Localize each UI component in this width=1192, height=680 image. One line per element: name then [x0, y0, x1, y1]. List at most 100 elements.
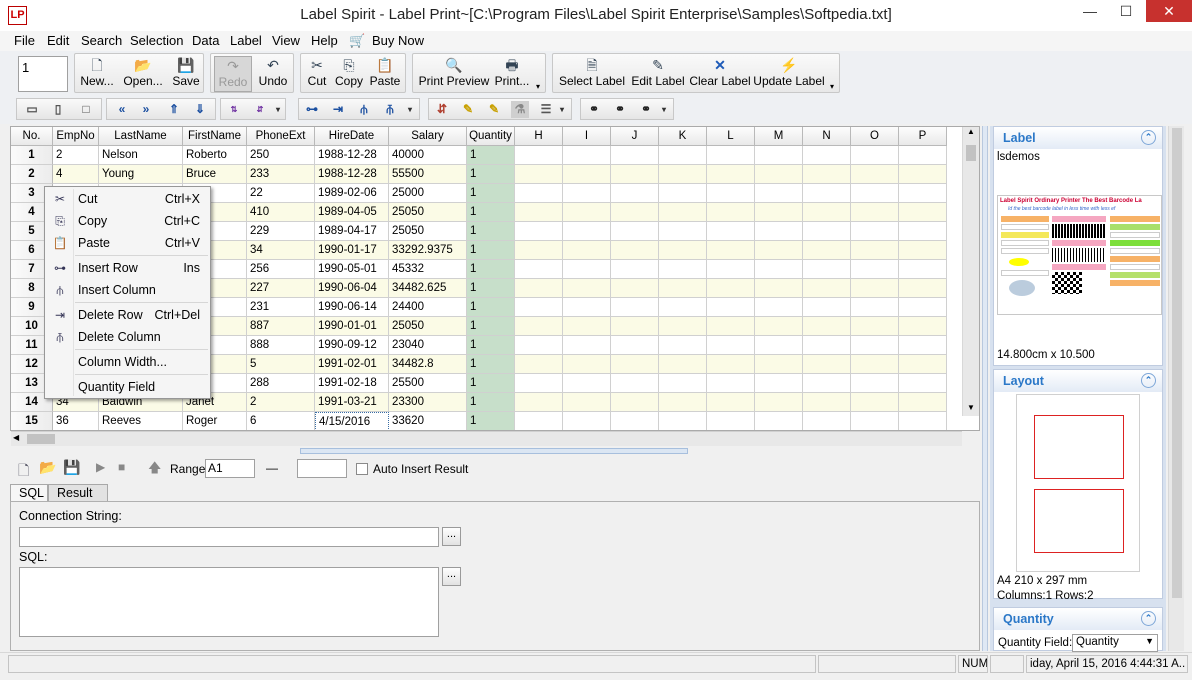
column-header[interactable]: N: [803, 127, 851, 146]
grid-cell[interactable]: [659, 222, 707, 241]
grid-cell[interactable]: [611, 336, 659, 355]
label-preview[interactable]: Label Spirit Ordinary Printer The Best B…: [997, 195, 1162, 315]
update-label-button[interactable]: ⚡ Update Label: [753, 56, 825, 92]
grid-cell[interactable]: [515, 146, 563, 165]
grid-cell[interactable]: Reeves: [99, 412, 183, 430]
ctx-cut[interactable]: ✂ Cut Ctrl+X: [45, 188, 210, 210]
run-icon[interactable]: ▶: [96, 460, 105, 474]
grid-cell[interactable]: 4: [53, 165, 99, 184]
close-button[interactable]: ✕: [1146, 0, 1192, 22]
last-row-icon[interactable]: ⇓: [191, 101, 209, 118]
ctx-column-width[interactable]: Column Width...: [45, 351, 210, 373]
grid-cell[interactable]: 1990-01-01: [315, 317, 389, 336]
column-header[interactable]: Quantity: [467, 127, 515, 146]
grid-cell[interactable]: [755, 184, 803, 203]
menu-selection[interactable]: Selection: [130, 33, 183, 48]
grid-cell[interactable]: 1991-02-01: [315, 355, 389, 374]
column-header[interactable]: P: [899, 127, 947, 146]
grid-cell[interactable]: 25050: [389, 222, 467, 241]
grid-cell[interactable]: [803, 146, 851, 165]
grid-cell[interactable]: 1: [467, 241, 515, 260]
column-header[interactable]: LastName: [99, 127, 183, 146]
grid-cell[interactable]: [563, 222, 611, 241]
grid-cell[interactable]: [707, 203, 755, 222]
properties-icon[interactable]: ☰: [537, 101, 555, 118]
grid-cell[interactable]: 1989-04-17: [315, 222, 389, 241]
grid-cell[interactable]: Roberto: [183, 146, 247, 165]
grid-cell[interactable]: [851, 222, 899, 241]
grid-cell[interactable]: [659, 298, 707, 317]
grid-cell[interactable]: 1990-05-01: [315, 260, 389, 279]
grid-cell[interactable]: [707, 355, 755, 374]
grid-cell[interactable]: 1: [467, 374, 515, 393]
grid-cell[interactable]: [563, 393, 611, 412]
grid-cell[interactable]: 1: [467, 355, 515, 374]
column-header[interactable]: FirstName: [183, 127, 247, 146]
grid-cell[interactable]: 25050: [389, 203, 467, 222]
replace-icon[interactable]: ⚭: [637, 101, 655, 118]
grid-cell[interactable]: 1988-12-28: [315, 146, 389, 165]
single-view-icon[interactable]: □: [77, 101, 95, 118]
grid-cell[interactable]: 24400: [389, 298, 467, 317]
grid-cell[interactable]: [515, 393, 563, 412]
grid-cell[interactable]: [803, 393, 851, 412]
grid-cell[interactable]: 34482.8: [389, 355, 467, 374]
menu-file[interactable]: File: [14, 33, 35, 48]
copy-button[interactable]: ⎘ Copy: [334, 56, 364, 92]
column-header[interactable]: Salary: [389, 127, 467, 146]
grid-cell[interactable]: [803, 203, 851, 222]
edit-field-icon[interactable]: ✎: [485, 101, 503, 118]
grid-cell[interactable]: [563, 336, 611, 355]
redo-button[interactable]: ↷ Redo: [214, 56, 252, 92]
grid-cell[interactable]: [707, 336, 755, 355]
grid-cell[interactable]: 1: [467, 260, 515, 279]
right-pane-scrollbar[interactable]: [1168, 126, 1184, 651]
grid-cell[interactable]: [515, 203, 563, 222]
grid-cell[interactable]: [707, 279, 755, 298]
grid-cell[interactable]: [659, 393, 707, 412]
grid-splitter[interactable]: [300, 448, 688, 454]
grid-cell[interactable]: 34482.625: [389, 279, 467, 298]
grid-cell[interactable]: [611, 393, 659, 412]
grid-cell[interactable]: [899, 393, 947, 412]
grid-cell[interactable]: [755, 279, 803, 298]
grid-cell[interactable]: [515, 279, 563, 298]
grid-cell[interactable]: 1990-06-04: [315, 279, 389, 298]
grid-cell[interactable]: [659, 203, 707, 222]
grid-cell[interactable]: 2: [53, 146, 99, 165]
grid-cell[interactable]: [899, 298, 947, 317]
grid-cell[interactable]: 1: [467, 165, 515, 184]
menu-view[interactable]: View: [272, 33, 300, 48]
delete-column-icon[interactable]: ⫚: [381, 101, 399, 118]
selected-cell[interactable]: 4/15/2016: [315, 412, 389, 430]
grid-cell[interactable]: [803, 165, 851, 184]
grid-cell[interactable]: 22: [247, 184, 315, 203]
sql-textarea[interactable]: [19, 567, 439, 637]
grid-cell[interactable]: [707, 146, 755, 165]
grid-hscroll-thumb[interactable]: [27, 434, 55, 444]
sort-descending-icon[interactable]: ⇵: [251, 101, 269, 118]
grid-cell[interactable]: 34: [247, 241, 315, 260]
grid-cell[interactable]: 1: [467, 279, 515, 298]
grid-cell[interactable]: [659, 317, 707, 336]
grid-cell[interactable]: [899, 146, 947, 165]
grid-cell[interactable]: [563, 317, 611, 336]
grid-cell[interactable]: [755, 260, 803, 279]
grid-cell[interactable]: [755, 203, 803, 222]
grid-cell[interactable]: [515, 260, 563, 279]
up-arrow-icon[interactable]: 🡅: [148, 459, 161, 481]
grid-cell[interactable]: [659, 336, 707, 355]
split-horizontal-icon[interactable]: ▭: [23, 101, 41, 118]
grid-cell[interactable]: [563, 184, 611, 203]
grid-cell[interactable]: [707, 165, 755, 184]
grid-cell[interactable]: [755, 241, 803, 260]
grid-cell[interactable]: [515, 412, 563, 430]
column-header[interactable]: No.: [11, 127, 53, 146]
print-button[interactable]: 🖶 Print...: [493, 56, 531, 92]
grid-cell[interactable]: 1: [467, 336, 515, 355]
grid-cell[interactable]: Nelson: [99, 146, 183, 165]
grid-cell[interactable]: 410: [247, 203, 315, 222]
scroll-up-icon[interactable]: ▲: [967, 127, 975, 136]
grid-cell[interactable]: [515, 184, 563, 203]
grid-cell[interactable]: [851, 260, 899, 279]
